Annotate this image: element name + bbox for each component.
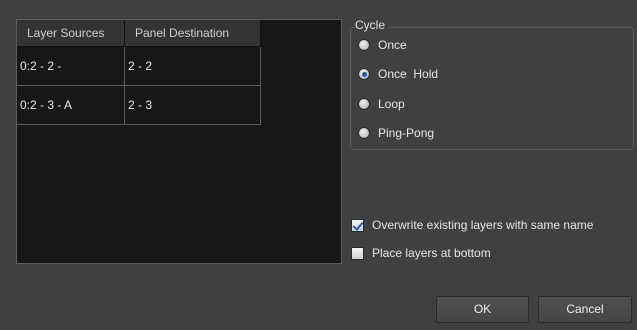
column-header-panel-destination[interactable]: Panel Destination bbox=[125, 20, 261, 47]
radio-label: Once Hold bbox=[378, 67, 439, 81]
ok-button[interactable]: OK bbox=[436, 296, 529, 323]
cell-layer-source[interactable]: 0:2 - 2 - bbox=[17, 47, 125, 86]
radio-indicator[interactable] bbox=[358, 68, 370, 80]
checkbox-label: Overwrite existing layers with same name bbox=[372, 218, 594, 232]
cycle-group-title: Cycle bbox=[355, 18, 390, 32]
radio-label: Loop bbox=[378, 97, 405, 111]
checkbox-indicator[interactable] bbox=[351, 218, 364, 232]
table-header: Layer Sources Panel Destination bbox=[17, 20, 261, 47]
table-row[interactable]: 0:2 - 2 - 2 - 2 bbox=[17, 47, 261, 86]
column-header-layer-sources[interactable]: Layer Sources bbox=[17, 20, 125, 47]
layer-mapping-table: Layer Sources Panel Destination 0:2 - 2 … bbox=[16, 19, 342, 264]
radio-indicator[interactable] bbox=[358, 127, 370, 139]
checkbox-label: Place layers at bottom bbox=[372, 246, 491, 260]
overwrite-existing-checkbox[interactable]: Overwrite existing layers with same name bbox=[351, 216, 593, 234]
cell-panel-destination[interactable]: 2 - 3 bbox=[125, 86, 261, 125]
import-layers-dialog: Layer Sources Panel Destination 0:2 - 2 … bbox=[0, 0, 637, 330]
cell-layer-source[interactable]: 0:2 - 3 - A bbox=[17, 86, 125, 125]
radio-ping-pong[interactable]: Ping-Pong bbox=[358, 124, 434, 142]
cancel-button[interactable]: Cancel bbox=[538, 296, 632, 323]
checkbox-indicator[interactable] bbox=[351, 246, 364, 260]
radio-label: Once bbox=[378, 38, 407, 52]
place-at-bottom-checkbox[interactable]: Place layers at bottom bbox=[351, 244, 491, 262]
table-row[interactable]: 0:2 - 3 - A 2 - 3 bbox=[17, 86, 261, 125]
radio-indicator[interactable] bbox=[358, 98, 370, 110]
radio-indicator[interactable] bbox=[358, 39, 370, 51]
radio-label: Ping-Pong bbox=[378, 126, 435, 140]
radio-once-hold[interactable]: Once Hold bbox=[358, 65, 438, 83]
cell-panel-destination[interactable]: 2 - 2 bbox=[125, 47, 261, 86]
table-body: 0:2 - 2 - 2 - 2 0:2 - 3 - A 2 - 3 bbox=[17, 47, 261, 125]
radio-loop[interactable]: Loop bbox=[358, 95, 405, 113]
radio-once[interactable]: Once bbox=[358, 36, 407, 54]
